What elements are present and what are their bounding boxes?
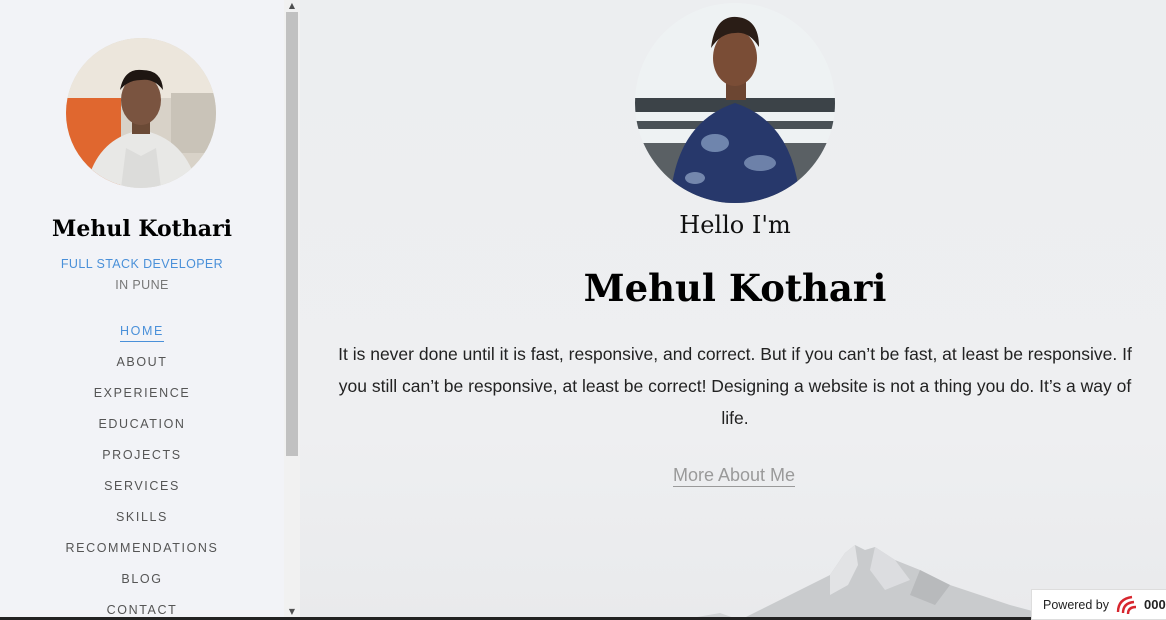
sidebar-scrollbar[interactable]: ▲ ▼ bbox=[284, 0, 300, 620]
nav-item-about[interactable]: ABOUT bbox=[0, 353, 284, 384]
more-about-me-label: More About Me bbox=[672, 465, 796, 487]
nav-item-education[interactable]: EDUCATION bbox=[0, 415, 284, 446]
nav-item-services[interactable]: SERVICES bbox=[0, 477, 284, 508]
sidebar-role: FULL STACK DEVELOPER bbox=[60, 257, 224, 271]
hero-bio: It is never done until it is fast, respo… bbox=[338, 344, 1132, 428]
nav-item-label: EXPERIENCE bbox=[93, 386, 191, 400]
nav-item-label: SKILLS bbox=[116, 510, 168, 524]
sidebar-nav: HOME ABOUT EXPERIENCE EDUCATION PROJECTS… bbox=[0, 322, 284, 620]
nav-item-projects[interactable]: PROJECTS bbox=[0, 446, 284, 477]
nav-item-home[interactable]: HOME bbox=[0, 322, 284, 353]
sidebar-name: Mehul Kothari bbox=[51, 216, 233, 242]
nav-item-label: PROJECTS bbox=[102, 448, 182, 462]
sidebar-avatar bbox=[66, 38, 216, 188]
hero-avatar bbox=[635, 3, 835, 203]
nav-item-label: SERVICES bbox=[104, 479, 180, 493]
more-about-me-link[interactable]: More About Me bbox=[300, 465, 1166, 487]
nav-item-label: RECOMMENDATIONS bbox=[65, 541, 219, 555]
nav-item-label: BLOG bbox=[121, 572, 163, 586]
powered-by-label: Powered by bbox=[1043, 597, 1110, 612]
nav-item-blog[interactable]: BLOG bbox=[0, 570, 284, 601]
nav-item-label: EDUCATION bbox=[98, 417, 186, 431]
nav-item-experience[interactable]: EXPERIENCE bbox=[0, 384, 284, 415]
powered-by-badge[interactable]: Powered by 000 bbox=[1031, 589, 1166, 620]
scroll-up-arrow-icon[interactable]: ▲ bbox=[284, 0, 300, 12]
sidebar: Mehul Kothari FULL STACK DEVELOPER IN PU… bbox=[0, 0, 284, 620]
nav-item-recommendations[interactable]: RECOMMENDATIONS bbox=[0, 539, 284, 570]
nav-item-skills[interactable]: SKILLS bbox=[0, 508, 284, 539]
nav-item-label: ABOUT bbox=[116, 355, 168, 369]
hero-greeting: Hello I'm bbox=[679, 211, 791, 239]
host-logo-icon bbox=[1116, 595, 1137, 614]
powered-by-brand: 000 bbox=[1144, 597, 1166, 612]
hero-name: Mehul Kothari bbox=[583, 266, 887, 310]
scrollbar-thumb[interactable] bbox=[286, 12, 298, 456]
nav-item-label: HOME bbox=[120, 322, 164, 342]
sidebar-location: IN PUNE bbox=[115, 278, 169, 292]
hero-section: Hello I'm Mehul Kothari It is never done… bbox=[300, 0, 1166, 620]
